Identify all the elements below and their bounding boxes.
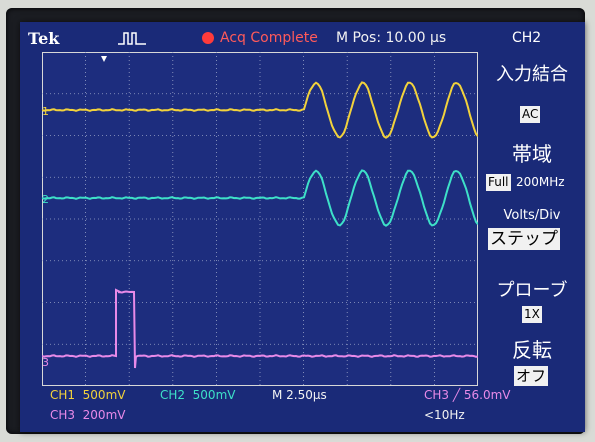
waveform-graticule: 1 2 3 bbox=[42, 52, 478, 386]
ch2-ground-marker: 2 bbox=[42, 193, 49, 206]
ch2-marker-label: 2 bbox=[42, 193, 49, 206]
ch3-ground-marker: 3 bbox=[42, 356, 49, 369]
top-status-bar: Tek Acq Complete M Pos: 10.00 µs CH2 bbox=[20, 22, 585, 52]
graticule-background bbox=[42, 52, 478, 386]
probe-title: プローブ bbox=[496, 280, 568, 301]
coupling-value-button[interactable]: AC bbox=[520, 106, 541, 123]
bandwidth-title: 帯域 bbox=[512, 142, 552, 166]
coupling-title: 入力結合 bbox=[496, 64, 568, 85]
acquisition-status: Acq Complete bbox=[220, 30, 318, 46]
oscilloscope-screen: Tek Acq Complete M Pos: 10.00 µs CH2 1 2… bbox=[20, 22, 585, 432]
ch3-scale-readout: CH3 200mV bbox=[50, 408, 126, 422]
horizontal-position-readout: M Pos: 10.00 µs bbox=[336, 30, 447, 46]
ch1-marker-label: 1 bbox=[42, 105, 49, 118]
bandwidth-full-button[interactable]: Full bbox=[486, 174, 511, 191]
ch1-scale-readout: CH1 500mV bbox=[50, 388, 126, 402]
invert-title: 反転 bbox=[512, 338, 552, 362]
trigger-frequency-readout: <10Hz bbox=[424, 408, 465, 422]
volts-div-value-button[interactable]: ステップ bbox=[488, 228, 560, 250]
ch1-ground-marker: 1 bbox=[42, 105, 49, 118]
bottom-status-bar: CH1 500mV CH2 500mV M 2.50µs CH3 ╱ 56.0m… bbox=[20, 388, 585, 432]
trigger-mode-icon bbox=[118, 32, 146, 45]
selected-channel-label: CH2 bbox=[512, 30, 542, 46]
probe-value-button[interactable]: 1X bbox=[522, 306, 542, 323]
brand-logo: Tek bbox=[28, 29, 60, 48]
channel-side-menu: 入力結合 AC 帯域 Full 200MHz Volts/Div ステップ プロ… bbox=[482, 52, 582, 388]
volts-div-title: Volts/Div bbox=[503, 208, 561, 223]
bandwidth-value: 200MHz bbox=[516, 175, 565, 189]
invert-value-button[interactable]: オフ bbox=[514, 366, 549, 386]
ch2-scale-readout: CH2 500mV bbox=[160, 388, 236, 402]
timebase-readout: M 2.50µs bbox=[272, 388, 327, 402]
acquisition-status-icon bbox=[202, 32, 214, 44]
ch3-marker-label: 3 bbox=[42, 356, 49, 369]
oscilloscope-bezel: Tek Acq Complete M Pos: 10.00 µs CH2 1 2… bbox=[6, 8, 585, 434]
trigger-readout: CH3 ╱ 56.0mV bbox=[424, 388, 511, 402]
